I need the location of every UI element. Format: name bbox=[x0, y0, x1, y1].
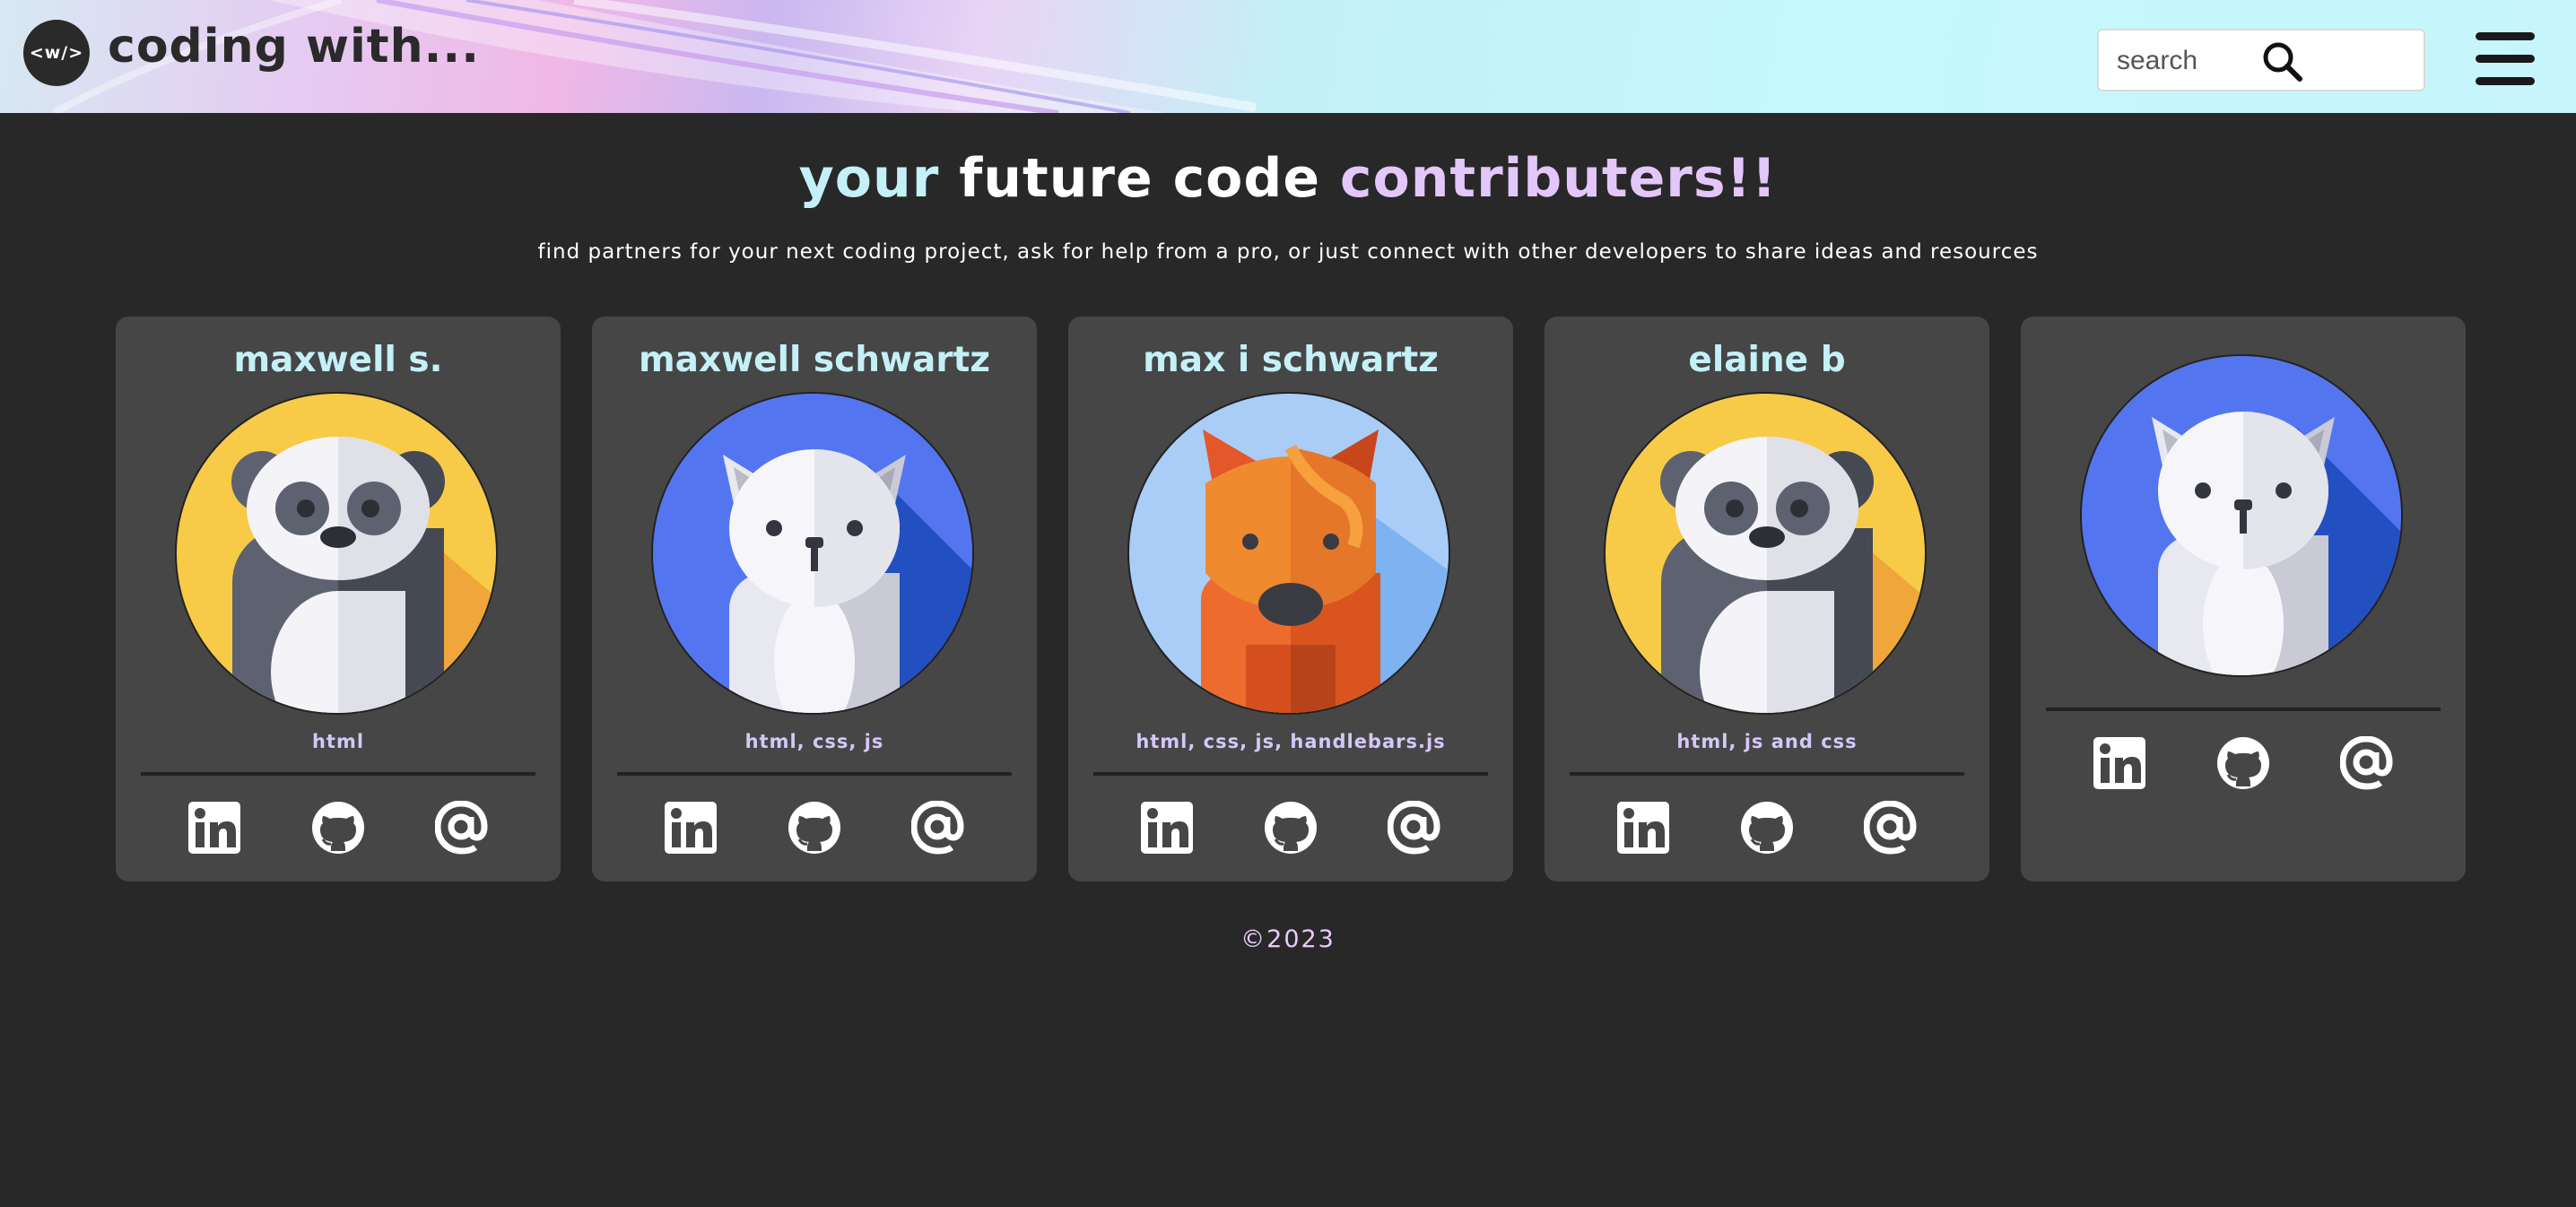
contributor-skills: html, css, js bbox=[744, 731, 884, 752]
linkedin-icon[interactable] bbox=[1140, 801, 1194, 855]
page-subtitle: find partners for your next coding proje… bbox=[537, 240, 2039, 264]
social-links bbox=[592, 801, 1037, 855]
email-icon[interactable] bbox=[1388, 801, 1441, 855]
github-icon[interactable] bbox=[2216, 736, 2270, 790]
contributor-card bbox=[2021, 317, 2466, 881]
fox-avatar bbox=[1127, 392, 1450, 715]
card-divider bbox=[1093, 772, 1488, 776]
cat-avatar bbox=[651, 392, 974, 715]
card-divider bbox=[617, 772, 1012, 776]
contributor-card: maxwell s. html bbox=[116, 317, 561, 881]
github-icon[interactable] bbox=[1264, 801, 1318, 855]
hamburger-menu-icon[interactable] bbox=[2476, 32, 2535, 86]
contributor-card: maxwell schwartz html, css, js bbox=[592, 317, 1037, 881]
contributor-name: max i schwartz bbox=[1143, 340, 1439, 380]
github-icon[interactable] bbox=[1740, 801, 1794, 855]
email-icon[interactable] bbox=[1864, 801, 1918, 855]
linkedin-icon[interactable] bbox=[187, 801, 241, 855]
social-links bbox=[1068, 801, 1513, 855]
search-icon[interactable] bbox=[2260, 39, 2305, 84]
social-links bbox=[116, 801, 561, 855]
linkedin-icon[interactable] bbox=[664, 801, 718, 855]
card-divider bbox=[141, 772, 535, 776]
contributor-skills: html bbox=[311, 731, 365, 752]
linkedin-icon[interactable] bbox=[2093, 736, 2146, 790]
contributor-card: max i schwartz html, css, js, handlebars… bbox=[1068, 317, 1513, 881]
contributor-name: elaine b bbox=[1688, 340, 1846, 380]
copyright-footer: ©2023 bbox=[1240, 925, 1336, 953]
social-links bbox=[1545, 801, 1989, 855]
email-icon[interactable] bbox=[435, 801, 489, 855]
email-icon[interactable] bbox=[2340, 736, 2394, 790]
search-box[interactable] bbox=[2097, 29, 2425, 91]
brand-title[interactable]: coding with... bbox=[108, 20, 480, 74]
card-divider bbox=[2046, 708, 2441, 711]
logo-text: <w/> bbox=[29, 43, 84, 63]
contributor-name: maxwell schwartz bbox=[639, 340, 990, 380]
github-icon[interactable] bbox=[788, 801, 841, 855]
search-input[interactable] bbox=[2117, 43, 2269, 79]
cat-avatar bbox=[2080, 354, 2403, 677]
panda-avatar bbox=[175, 392, 498, 715]
linkedin-icon[interactable] bbox=[1616, 801, 1670, 855]
social-links bbox=[2021, 736, 2466, 790]
contributor-name: maxwell s. bbox=[233, 340, 443, 380]
panda-avatar bbox=[1604, 392, 1927, 715]
page-title: your future code contributers!! bbox=[798, 147, 1778, 210]
email-icon[interactable] bbox=[911, 801, 965, 855]
contributor-card: elaine b html, js and css bbox=[1545, 317, 1989, 881]
site-logo[interactable]: <w/> bbox=[23, 20, 90, 86]
github-icon[interactable] bbox=[311, 801, 365, 855]
site-header: <w/> coding with... bbox=[0, 0, 2576, 113]
contributor-skills: html, js and css bbox=[1676, 731, 1858, 752]
card-divider bbox=[1570, 772, 1964, 776]
contributor-skills: html, css, js, handlebars.js bbox=[1136, 731, 1446, 752]
